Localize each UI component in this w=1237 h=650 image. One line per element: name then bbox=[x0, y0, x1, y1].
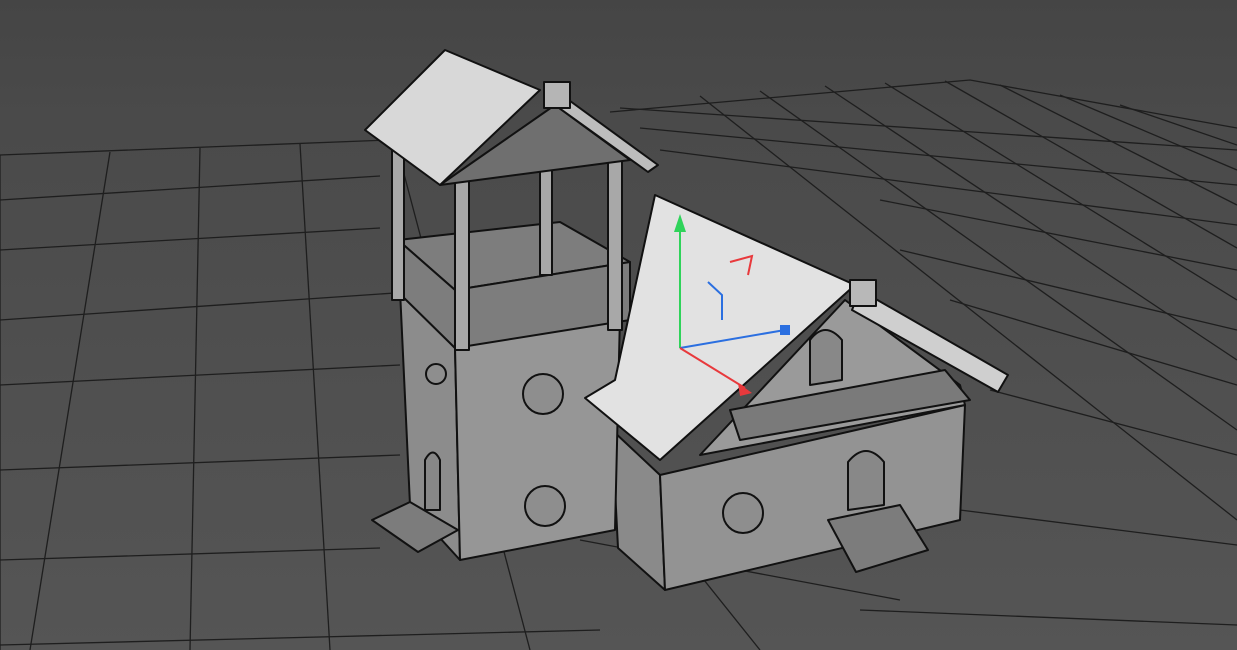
gizmo-z-handle-icon[interactable] bbox=[780, 325, 790, 335]
house-model[interactable] bbox=[364, 49, 1009, 591]
viewport-canvas[interactable] bbox=[0, 0, 1237, 650]
main-roof-ridge-cap bbox=[849, 279, 877, 307]
tower-roof-ridge-cap bbox=[543, 81, 571, 109]
3d-viewport[interactable] bbox=[0, 0, 1237, 650]
